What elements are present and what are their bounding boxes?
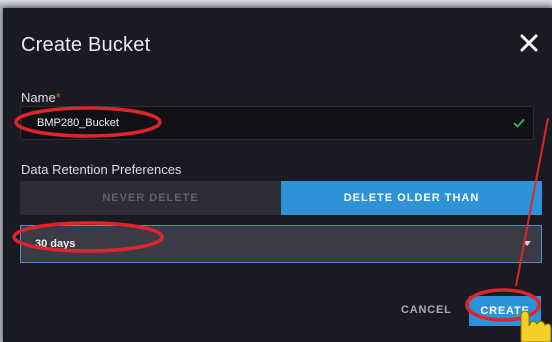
retention-toggle: NEVER DELETE DELETE OLDER THAN: [20, 181, 542, 215]
create-button[interactable]: CREATE: [469, 296, 541, 326]
bucket-name-input[interactable]: BMP280_Bucket: [20, 106, 534, 140]
cancel-button[interactable]: CANCEL: [401, 304, 452, 316]
name-label-text: Name: [21, 90, 56, 105]
bucket-name-value[interactable]: BMP280_Bucket: [37, 117, 119, 129]
retention-duration-select[interactable]: 30 days: [20, 225, 542, 263]
delete-older-than-option[interactable]: DELETE OLDER THAN: [281, 181, 542, 215]
retention-duration-value: 30 days: [35, 238, 76, 250]
required-marker: *: [55, 90, 61, 105]
never-delete-option[interactable]: NEVER DELETE: [20, 181, 281, 215]
create-bucket-dialog: Create Bucket Name* BMP280_Bucket Data R…: [3, 8, 552, 342]
retention-label: Data Retention Preferences: [21, 162, 182, 177]
background-window-strip: [0, 0, 552, 8]
check-icon: [513, 118, 525, 128]
close-icon[interactable]: [517, 31, 541, 55]
chevron-down-icon: [523, 241, 531, 246]
name-label: Name*: [21, 90, 61, 105]
dialog-title: Create Bucket: [21, 34, 151, 56]
